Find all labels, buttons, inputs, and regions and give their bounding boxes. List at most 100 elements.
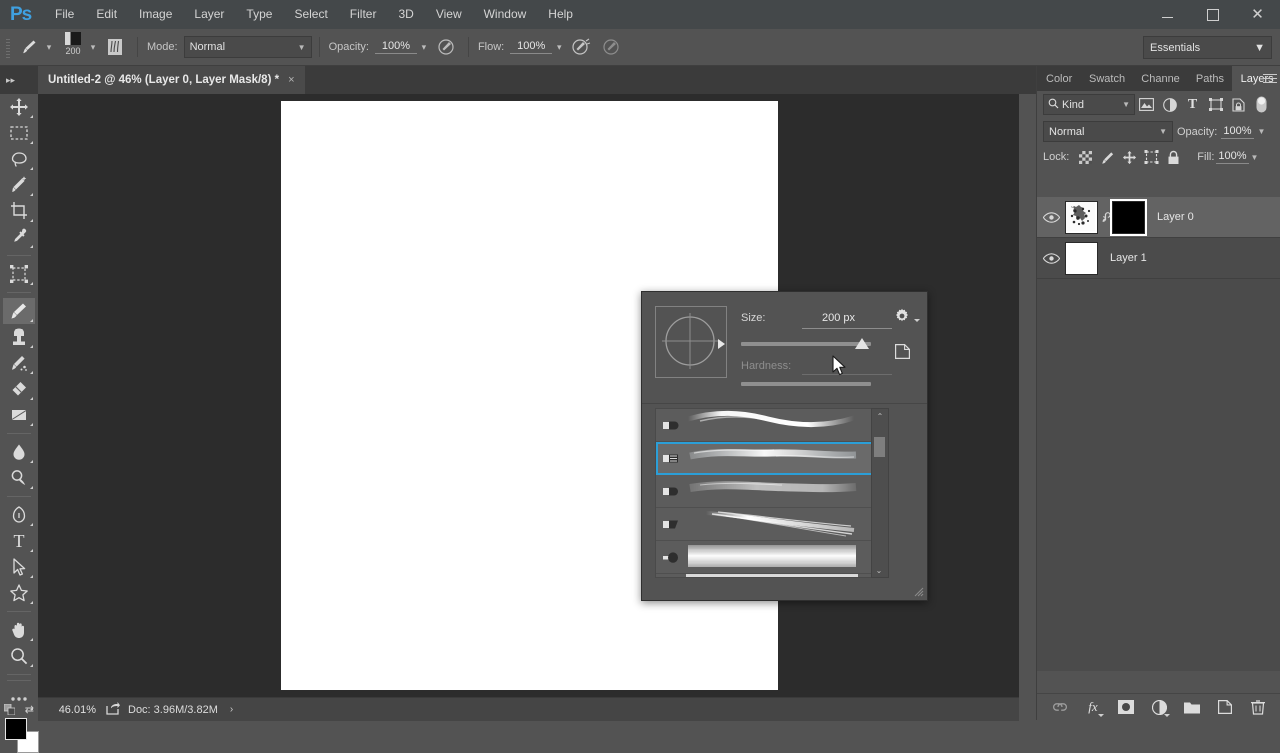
foreground-color-swatch[interactable] bbox=[5, 718, 27, 740]
brush-list-scrollbar[interactable]: ⌃ ⌄ bbox=[871, 408, 889, 578]
brush-preset-item[interactable] bbox=[656, 409, 887, 442]
new-adjustment-layer-icon[interactable] bbox=[1149, 697, 1170, 717]
share-icon[interactable] bbox=[106, 701, 120, 718]
brush-preview-expand-icon[interactable] bbox=[718, 339, 725, 349]
chevron-down-icon[interactable]: ▾ bbox=[552, 34, 566, 60]
panel-menu-icon[interactable] bbox=[1263, 71, 1277, 86]
path-selection-tool[interactable] bbox=[3, 554, 35, 580]
brush-size-field[interactable]: 200 px bbox=[822, 312, 884, 324]
brush-preset-item[interactable] bbox=[656, 475, 887, 508]
brush-tool-preset-caret[interactable]: ▾ bbox=[42, 34, 56, 60]
filter-pixel-icon[interactable] bbox=[1135, 95, 1158, 115]
workspace-select[interactable]: Essentials ▼ bbox=[1143, 36, 1272, 59]
link-layers-icon[interactable] bbox=[1050, 697, 1070, 717]
menu-item-window[interactable]: Window bbox=[473, 0, 538, 29]
scrollbar-thumb[interactable] bbox=[874, 437, 885, 457]
brush-preset-picker-popup[interactable]: Size: 200 px Hardness: ⌃ ⌄ bbox=[641, 291, 928, 601]
new-layer-icon[interactable] bbox=[1215, 697, 1235, 717]
delete-layer-icon[interactable] bbox=[1248, 697, 1268, 717]
layer-blend-mode-select[interactable]: Normal ▼ bbox=[1043, 121, 1173, 142]
airbrush-icon[interactable] bbox=[569, 35, 593, 59]
close-button[interactable]: ✕ bbox=[1235, 0, 1280, 29]
menu-item-edit[interactable]: Edit bbox=[85, 0, 128, 29]
brush-preset-picker-button[interactable]: 200 bbox=[60, 32, 86, 62]
brush-preset-item[interactable] bbox=[656, 442, 887, 475]
filter-shape-icon[interactable] bbox=[1204, 95, 1227, 115]
brush-settings-panel-icon[interactable] bbox=[103, 35, 127, 59]
tab-channe[interactable]: Channe bbox=[1132, 66, 1187, 91]
smoothing-icon[interactable] bbox=[599, 35, 623, 59]
history-brush-tool[interactable] bbox=[3, 350, 35, 376]
layer-style-fx-icon[interactable]: fx bbox=[1083, 697, 1104, 717]
layer-visibility-eye-icon[interactable] bbox=[1037, 238, 1065, 278]
brush-preset-caret[interactable]: ▾ bbox=[86, 34, 100, 60]
chevron-down-icon[interactable]: ▼ bbox=[1251, 153, 1259, 162]
menu-item-image[interactable]: Image bbox=[128, 0, 183, 29]
default-colors-icon[interactable] bbox=[3, 703, 16, 716]
eraser-tool[interactable] bbox=[3, 376, 35, 402]
document-tab[interactable]: Untitled-2 @ 46% (Layer 0, Layer Mask/8)… bbox=[38, 66, 305, 94]
blend-mode-select[interactable]: Normal ▼ bbox=[183, 36, 312, 58]
lock-image-pixels-icon[interactable] bbox=[1097, 148, 1117, 167]
layer-name[interactable]: Layer 1 bbox=[1110, 252, 1147, 264]
hand-tool[interactable] bbox=[3, 617, 35, 643]
layer-filter-kind-select[interactable]: Kind ▼ bbox=[1043, 94, 1135, 115]
maximize-button[interactable] bbox=[1190, 0, 1235, 29]
filter-toggle-icon[interactable] bbox=[1250, 95, 1273, 115]
eyedropper-tool[interactable] bbox=[3, 224, 35, 250]
lasso-tool[interactable] bbox=[3, 146, 35, 172]
new-group-icon[interactable] bbox=[1182, 697, 1202, 717]
move-tool[interactable] bbox=[3, 94, 35, 120]
menu-item-type[interactable]: Type bbox=[235, 0, 283, 29]
brush-preset-list[interactable] bbox=[655, 408, 888, 578]
zoom-tool[interactable] bbox=[3, 643, 35, 669]
blur-tool[interactable] bbox=[3, 439, 35, 465]
add-layer-mask-icon[interactable] bbox=[1116, 697, 1136, 717]
tab-paths[interactable]: Paths bbox=[1187, 66, 1232, 91]
layer-row[interactable]: Layer 0 bbox=[1037, 197, 1280, 238]
crop-tool[interactable] bbox=[3, 198, 35, 224]
layer-name[interactable]: Layer 0 bbox=[1157, 211, 1194, 223]
menu-item-help[interactable]: Help bbox=[537, 0, 584, 29]
brush-size-slider-handle[interactable] bbox=[855, 338, 869, 349]
filter-type-icon[interactable]: T bbox=[1181, 95, 1204, 115]
brush-tool-icon[interactable] bbox=[16, 34, 42, 60]
menu-item-layer[interactable]: Layer bbox=[183, 0, 235, 29]
resize-grip-icon[interactable] bbox=[912, 585, 924, 597]
tab-color[interactable]: Color bbox=[1037, 66, 1080, 91]
lock-all-icon[interactable] bbox=[1163, 148, 1183, 167]
brush-size-slider[interactable] bbox=[741, 342, 871, 346]
layer-mask-link-icon[interactable] bbox=[1098, 210, 1112, 224]
pen-tool[interactable] bbox=[3, 502, 35, 528]
layer-list[interactable]: Layer 0 Layer 1 bbox=[1037, 197, 1280, 671]
dodge-tool[interactable] bbox=[3, 465, 35, 491]
type-tool[interactable]: T bbox=[3, 528, 35, 554]
options-bar-grip[interactable] bbox=[4, 36, 12, 58]
filter-adjustment-icon[interactable] bbox=[1158, 95, 1181, 115]
opacity-field[interactable]: 100% ▾ bbox=[374, 34, 431, 60]
minimize-button[interactable] bbox=[1145, 0, 1190, 29]
layer-opacity-value[interactable]: 100% bbox=[1221, 125, 1254, 139]
rectangular-marquee-tool[interactable] bbox=[3, 120, 35, 146]
scroll-down-icon[interactable]: ⌄ bbox=[872, 563, 886, 577]
tab-swatch[interactable]: Swatch bbox=[1080, 66, 1132, 91]
layer-row[interactable]: Layer 1 bbox=[1037, 238, 1280, 279]
chevron-down-icon[interactable]: ▼ bbox=[1258, 127, 1266, 136]
flow-field[interactable]: 100% ▾ bbox=[510, 34, 566, 60]
fill-value[interactable]: 100% bbox=[1216, 150, 1249, 164]
status-expand-icon[interactable]: › bbox=[230, 704, 233, 715]
layer-mask-thumbnail[interactable] bbox=[1110, 198, 1147, 236]
chevron-down-icon[interactable]: ▾ bbox=[417, 34, 431, 60]
close-icon[interactable]: × bbox=[288, 74, 294, 86]
zoom-level[interactable]: 46.01% bbox=[38, 704, 100, 716]
menu-item-file[interactable]: File bbox=[44, 0, 85, 29]
layer-thumbnail[interactable] bbox=[1065, 200, 1098, 234]
brush-preset-item[interactable] bbox=[656, 541, 887, 574]
gear-icon[interactable] bbox=[894, 308, 921, 327]
layer-thumbnail[interactable] bbox=[1065, 241, 1098, 275]
frame-tool[interactable] bbox=[3, 261, 35, 287]
layer-visibility-eye-icon[interactable] bbox=[1037, 197, 1065, 237]
brush-preset-item[interactable] bbox=[656, 574, 887, 577]
lock-artboard-icon[interactable] bbox=[1141, 148, 1161, 167]
scroll-up-icon[interactable]: ⌃ bbox=[872, 409, 888, 423]
